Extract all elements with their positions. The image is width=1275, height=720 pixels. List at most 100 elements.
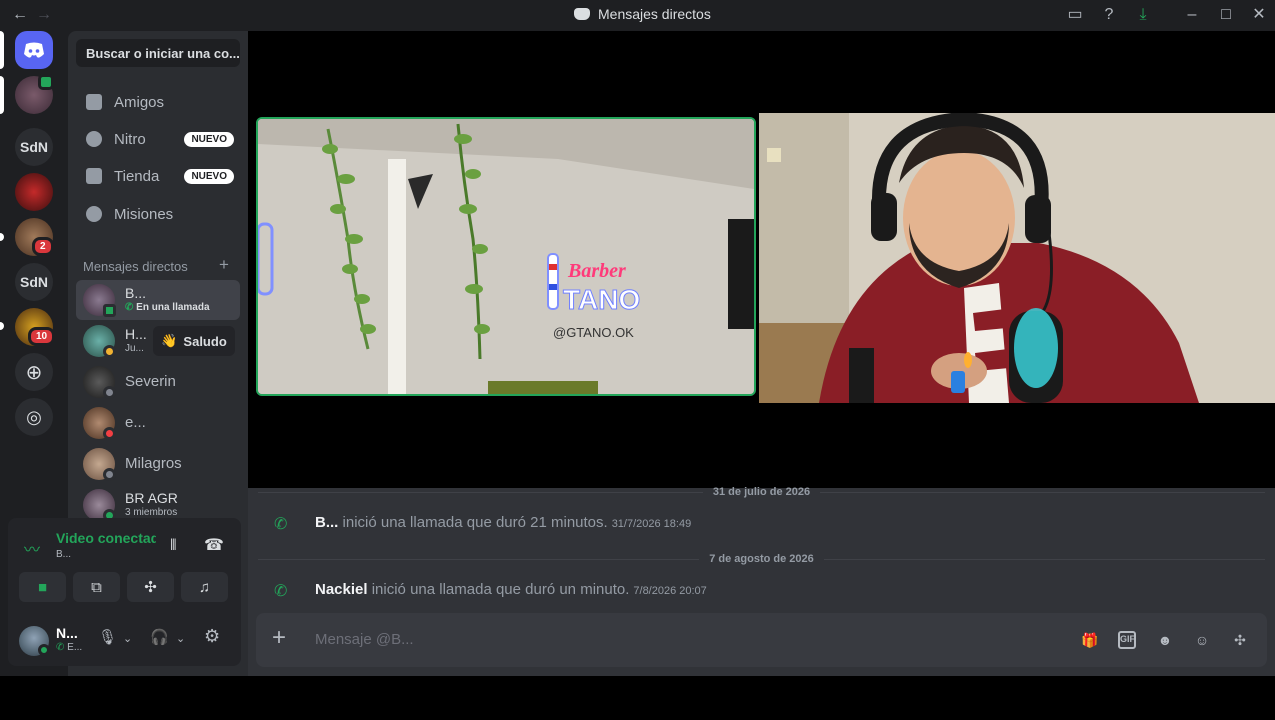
dm-members: 3 miembros: [125, 507, 178, 518]
offline-status-icon: [103, 386, 116, 399]
message-composer: + Mensaje @B... 🎁 GIF ☻ ☺ ✣: [256, 613, 1267, 667]
add-server-button[interactable]: ⊕: [15, 353, 53, 391]
maximize-icon[interactable]: □: [1216, 5, 1236, 25]
new-badge: NUEVO: [184, 131, 234, 147]
new-badge: NUEVO: [184, 168, 234, 184]
server-sdn-2[interactable]: SdN: [15, 263, 53, 301]
forward-arrow-icon[interactable]: →: [34, 5, 54, 25]
nav-label: Tienda: [114, 167, 160, 185]
message-timestamp: 7/8/2026 20:07: [633, 585, 707, 597]
sign-line-1: Barber: [567, 260, 626, 282]
mic-chevron-icon[interactable]: ⌄: [123, 632, 132, 645]
online-status-icon: [38, 644, 50, 656]
dm-item[interactable]: e...: [76, 403, 240, 443]
compass-icon: ◎: [26, 406, 42, 427]
help-icon[interactable]: ?: [1099, 5, 1119, 25]
screen-share-button[interactable]: ⧉: [73, 572, 120, 602]
nav-friends[interactable]: Amigos: [76, 85, 240, 119]
dm-header: Mensajes directos: [83, 259, 188, 274]
discord-logo-icon: [24, 42, 44, 58]
disconnect-icon[interactable]: ☎: [204, 535, 224, 555]
server-sdn-1[interactable]: SdN: [15, 128, 53, 166]
minimize-icon[interactable]: –: [1182, 5, 1202, 25]
search-input[interactable]: Buscar o iniciar una co...: [76, 39, 240, 67]
selected-pill: [0, 31, 4, 69]
message-author[interactable]: B...: [315, 514, 338, 531]
message-input[interactable]: Mensaje @B...: [315, 631, 414, 648]
date-divider-text: 7 de agosto de 2026: [709, 553, 814, 565]
activities-icon: ✣: [144, 579, 157, 596]
attach-plus-icon[interactable]: +: [272, 624, 286, 652]
headphones-icon[interactable]: 🎧: [150, 628, 169, 646]
discord-app: ← → Mensajes directos ▭ ? ⤓ – □ ✕ SdN 2 …: [0, 0, 1275, 676]
sticker-icon[interactable]: ☻: [1156, 631, 1174, 649]
phone-icon: ✆: [274, 516, 288, 533]
dm-item[interactable]: Severin: [76, 362, 240, 402]
activities-button[interactable]: ✣: [127, 572, 174, 602]
headphones-chevron-icon[interactable]: ⌄: [176, 632, 185, 645]
nav-label: Nitro: [114, 130, 146, 148]
discord-logo-icon: [574, 8, 590, 20]
close-icon[interactable]: ✕: [1249, 5, 1269, 25]
video-tile-remote[interactable]: Barber TANO @GTANO.OK: [256, 117, 756, 396]
sign-handle: @GTANO.OK: [553, 325, 634, 340]
dm-name: B...: [125, 285, 147, 301]
plus-icon: ⊕: [25, 361, 43, 384]
title-bar: ← → Mensajes directos ▭ ? ⤓ – □ ✕: [0, 0, 1275, 31]
server-avatar-2[interactable]: [15, 173, 53, 211]
back-arrow-icon[interactable]: ←: [10, 5, 30, 25]
server-avatar-4[interactable]: 10: [15, 308, 56, 346]
offline-status-icon: [103, 468, 116, 481]
microphone-icon[interactable]: 🎙: [98, 628, 117, 646]
in-call-status-icon: [103, 304, 116, 317]
server-avatar-1[interactable]: [15, 74, 54, 114]
create-dm-plus-icon[interactable]: +: [219, 255, 229, 275]
dm-item[interactable]: Milagros: [76, 444, 240, 484]
screen-share-icon: ⧉: [91, 578, 102, 596]
unread-pill: [0, 233, 4, 241]
window-title: Mensajes directos: [574, 6, 711, 22]
inbox-icon[interactable]: ▭: [1065, 5, 1085, 25]
wave-label: Saludo: [183, 333, 227, 349]
message-author[interactable]: Nackiel: [315, 581, 368, 598]
noise-suppression-icon[interactable]: ⦀: [170, 537, 177, 554]
shop-icon: [86, 168, 102, 184]
apps-icon[interactable]: ✣: [1231, 631, 1249, 649]
unread-pill: [0, 76, 4, 114]
message-text: B... inició una llamada que duró 21 minu…: [315, 514, 691, 531]
video-tile-self[interactable]: [759, 113, 1275, 403]
mention-badge: 2: [32, 237, 54, 256]
wave-hand-icon: 👋: [161, 333, 178, 348]
phone-icon: ✆: [125, 302, 137, 313]
server-avatar-3[interactable]: 2: [15, 218, 54, 256]
call-area: Barber TANO @GTANO.OK: [248, 31, 1275, 488]
gift-icon[interactable]: 🎁: [1081, 631, 1099, 649]
voice-channel-name: B...: [56, 549, 72, 560]
server-label: SdN: [20, 274, 48, 290]
quests-icon: [86, 206, 102, 222]
nav-quests[interactable]: Misiones: [76, 197, 240, 231]
dm-item[interactable]: B... ✆ En una llamada: [76, 280, 240, 320]
person-video-frame: [759, 113, 1275, 403]
message-timestamp: 31/7/2026 18:49: [611, 518, 692, 530]
date-divider: 31 de julio de 2026: [248, 486, 1275, 498]
discover-button[interactable]: ◎: [15, 398, 53, 436]
dm-name: Milagros: [125, 455, 182, 472]
emoji-icon[interactable]: ☺: [1193, 631, 1211, 649]
mention-badge: 10: [28, 327, 56, 346]
download-icon[interactable]: ⤓: [1133, 5, 1153, 25]
dm-status-text: En una llamada: [136, 302, 210, 313]
wave-button[interactable]: 👋 Saludo: [153, 326, 235, 356]
nav-shop[interactable]: Tienda NUEVO: [76, 159, 240, 193]
camera-button[interactable]: ■: [19, 572, 66, 602]
home-button[interactable]: [15, 31, 53, 69]
barbershop-video-frame: Barber TANO @GTANO.OK: [258, 119, 754, 394]
video-status-icon: [38, 74, 54, 90]
soundboard-button[interactable]: ♫: [181, 572, 228, 602]
soundboard-icon: ♫: [198, 578, 211, 596]
nav-nitro[interactable]: Nitro NUEVO: [76, 122, 240, 156]
phone-icon: ✆: [56, 642, 68, 653]
settings-gear-icon[interactable]: ⚙: [204, 626, 220, 647]
gif-icon[interactable]: GIF: [1118, 631, 1136, 649]
date-divider: 7 de agosto de 2026: [248, 553, 1275, 565]
